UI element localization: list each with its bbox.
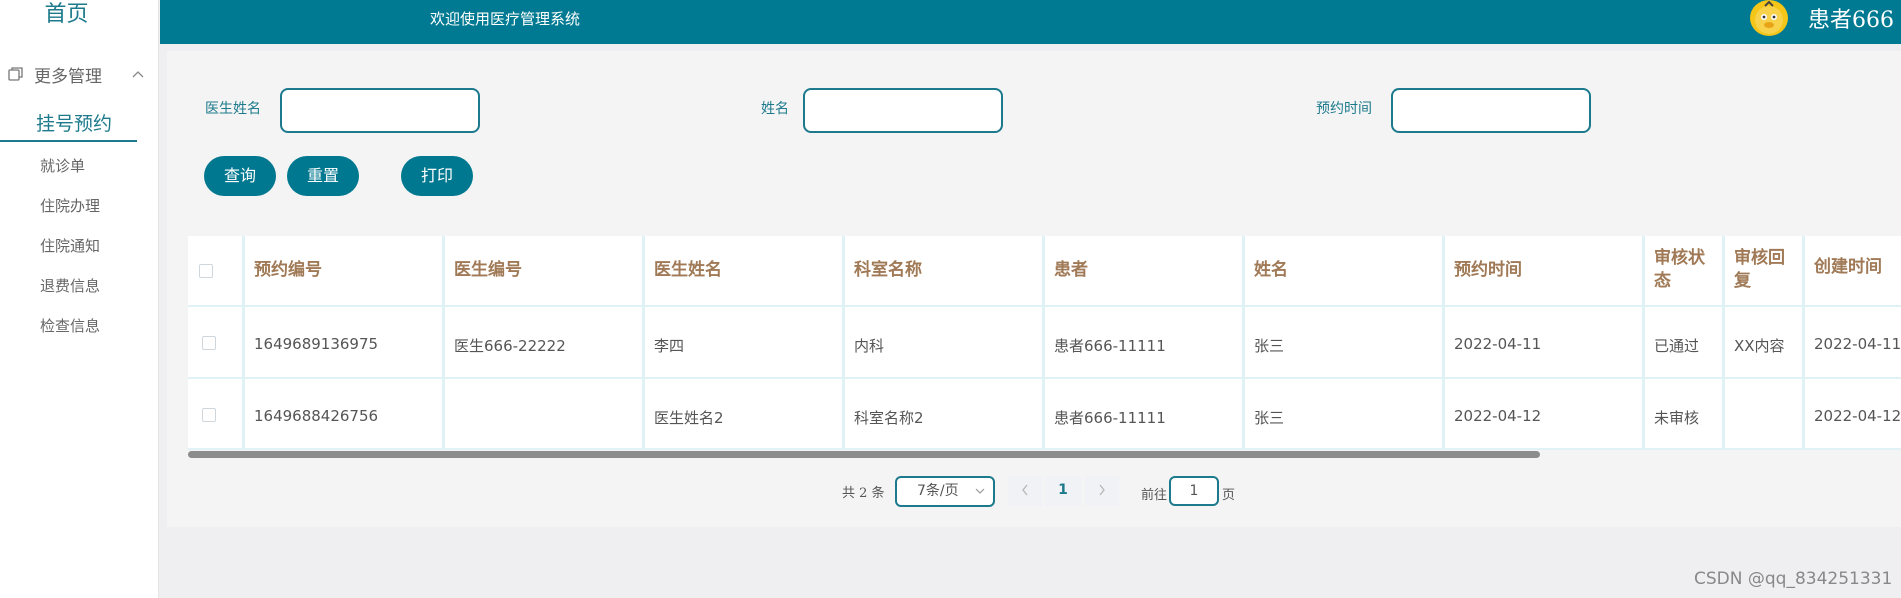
sidebar-item-refund[interactable]: 退费信息	[40, 275, 100, 296]
name-input[interactable]	[803, 88, 1003, 133]
next-page-button[interactable]	[1085, 476, 1119, 506]
cell-created-time: 2022-04-11	[1814, 335, 1901, 353]
row-checkbox[interactable]	[202, 336, 216, 350]
user-name[interactable]: 患者666	[1808, 2, 1894, 34]
prev-page-button[interactable]	[1008, 476, 1042, 506]
column-header-appointment-time: 预约时间	[1454, 260, 1522, 280]
cell-review-status: 已通过	[1654, 337, 1700, 355]
cell-name: 张三	[1254, 409, 1285, 427]
query-button[interactable]: 查询	[204, 156, 276, 196]
table-row-divider	[188, 448, 1901, 450]
column-header-line: 态	[1654, 271, 1671, 291]
cell-patient: 患者666-11111	[1054, 337, 1166, 355]
sidebar-item-hospital-notice[interactable]: 住院通知	[40, 235, 100, 256]
sidebar-item-appointment[interactable]: 挂号预约	[0, 110, 137, 142]
cell-created-time: 2022-04-12	[1814, 407, 1901, 425]
goto-page-input[interactable]: 1	[1169, 476, 1219, 506]
horizontal-scrollbar[interactable]	[188, 451, 1540, 458]
page-size-value: 7条/页	[917, 483, 959, 499]
sidebar-item-hospitalization[interactable]: 住院办理	[40, 195, 100, 216]
column-header-created-time: 创建时间	[1814, 257, 1882, 277]
cell-department: 内科	[854, 337, 885, 355]
copy-icon	[8, 66, 24, 82]
table-row-divider	[188, 377, 1901, 379]
doctor-name-input[interactable]	[280, 88, 480, 133]
row-checkbox[interactable]	[202, 408, 216, 422]
chevron-down-icon	[975, 478, 985, 515]
page-size-select[interactable]: 7条/页	[895, 476, 995, 507]
column-header-line: 审核回	[1734, 248, 1785, 268]
table-row-divider	[188, 305, 1901, 307]
sidebar-group-label: 更多管理	[34, 66, 102, 87]
sidebar-group-more-management[interactable]: 更多管理	[8, 62, 144, 87]
pagination-total: 共 2 条	[842, 486, 885, 501]
sidebar-home-link[interactable]: 首页	[0, 0, 133, 30]
reset-button[interactable]: 重置	[287, 156, 359, 196]
chevron-right-icon	[1099, 484, 1105, 496]
column-header-line: 复	[1734, 271, 1751, 291]
column-header-department: 科室名称	[854, 260, 922, 280]
column-header-doctor-id: 医生编号	[454, 260, 522, 280]
column-header-doctor-name: 医生姓名	[654, 260, 722, 280]
goto-label: 前往	[1141, 488, 1168, 503]
cell-appointment-id: 1649688426756	[254, 407, 379, 425]
chevron-left-icon	[1022, 484, 1028, 496]
print-button[interactable]: 打印	[401, 156, 473, 196]
cell-review-reply: XX内容	[1734, 337, 1785, 355]
cell-appointment-time: 2022-04-12	[1454, 407, 1542, 425]
sidebar-item-examination[interactable]: 检查信息	[40, 315, 100, 336]
name-label: 姓名	[761, 101, 789, 117]
cell-name: 张三	[1254, 337, 1285, 355]
column-header-review-reply: 审核回 复	[1734, 247, 1785, 293]
page-number-current[interactable]: 1	[1045, 476, 1081, 506]
column-header-patient: 患者	[1054, 260, 1088, 280]
cell-review-status: 未审核	[1654, 409, 1700, 427]
avatar[interactable]	[1750, 0, 1788, 36]
sidebar: 首页 更多管理 挂号预约 就诊单 住院办理 住院通知 退费信息 检查信息	[0, 0, 159, 598]
cell-doctor-name: 李四	[654, 337, 685, 355]
cell-doctor-id: 医生666-22222	[454, 337, 566, 355]
appointment-time-input[interactable]	[1391, 88, 1591, 133]
sidebar-item-visit-list[interactable]: 就诊单	[40, 155, 85, 176]
column-header-review-status: 审核状 态	[1654, 247, 1705, 293]
doctor-name-label: 医生姓名	[205, 101, 261, 117]
appointment-time-label: 预约时间	[1316, 101, 1372, 117]
cell-doctor-name: 医生姓名2	[654, 409, 724, 427]
cell-appointment-time: 2022-04-11	[1454, 335, 1542, 353]
app-root: 首页 更多管理 挂号预约 就诊单 住院办理 住院通知 退费信息 检查信息 欢迎使…	[0, 0, 1901, 598]
column-header-line: 审核状	[1654, 248, 1705, 268]
chevron-up-icon	[132, 67, 144, 81]
select-all-checkbox[interactable]	[199, 264, 213, 278]
cell-department: 科室名称2	[854, 409, 924, 427]
watermark: CSDN @qq_834251331	[1694, 569, 1893, 589]
top-header: 欢迎使用医疗管理系统 患者666	[160, 0, 1901, 44]
cell-appointment-id: 1649689136975	[254, 335, 379, 353]
column-header-appointment-id: 预约编号	[254, 260, 322, 280]
page-suffix-label: 页	[1222, 488, 1236, 503]
header-title: 欢迎使用医疗管理系统	[430, 10, 581, 28]
column-header-name: 姓名	[1254, 260, 1288, 280]
appointment-table: 预约编号 医生编号 医生姓名 科室名称 患者 姓名 预约时间 审核状 态 审核回…	[188, 236, 1901, 450]
table-column-divider	[188, 236, 245, 450]
cell-patient: 患者666-11111	[1054, 409, 1166, 427]
